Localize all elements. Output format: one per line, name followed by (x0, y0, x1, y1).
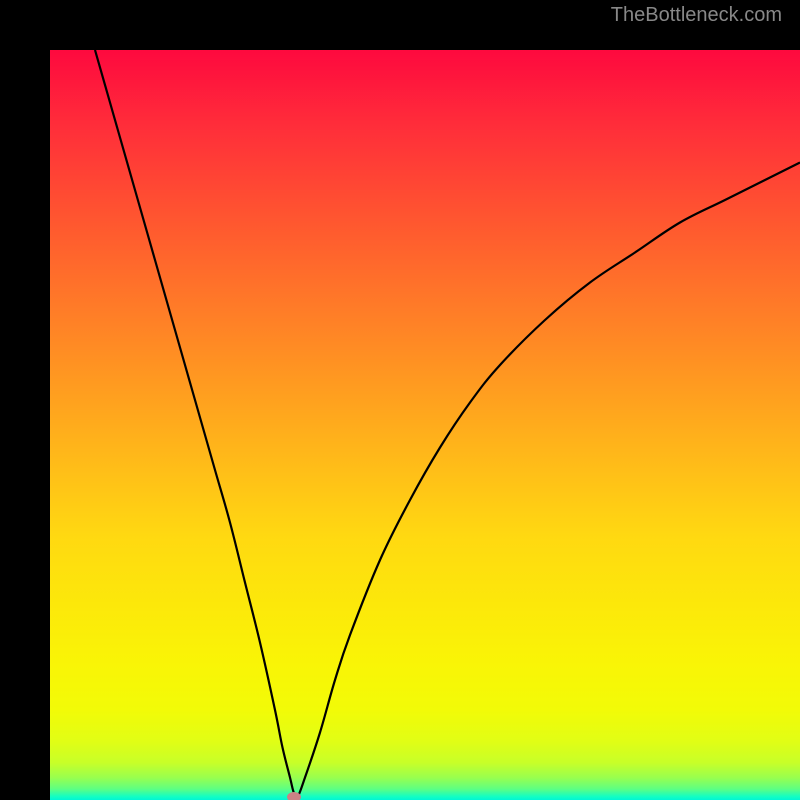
plot-area (50, 50, 800, 800)
bottleneck-curve (50, 50, 800, 800)
optimal-point-marker (287, 792, 301, 800)
chart-frame (0, 0, 800, 800)
watermark-text: TheBottleneck.com (611, 4, 782, 27)
